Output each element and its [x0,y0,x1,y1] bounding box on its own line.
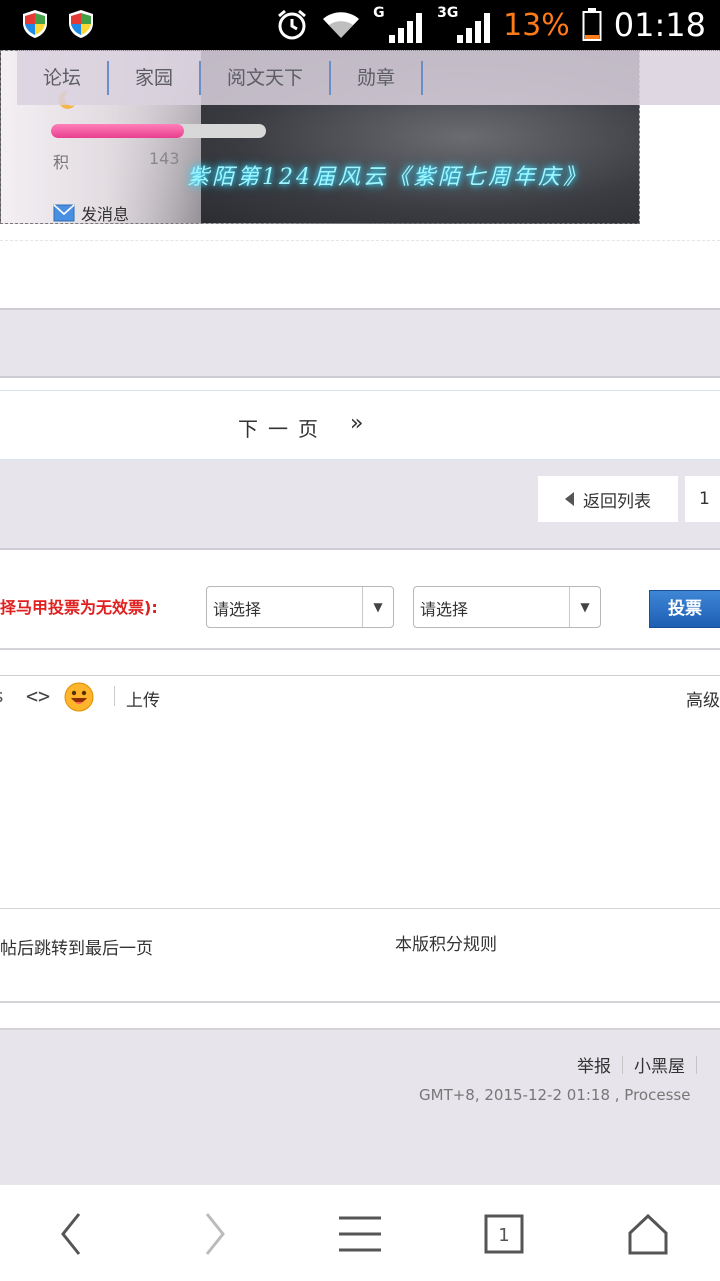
banner-title: 紫陌第124届风云《紫陌七周年庆》 [187,165,588,190]
forward-button[interactable] [190,1209,240,1259]
signal-icon: G [373,5,425,45]
nav-item-medals[interactable]: 勋章 [331,61,424,95]
tabs-button[interactable]: 1 [479,1209,529,1259]
network-g-label: G [373,5,385,21]
code-button[interactable]: <> [26,684,50,708]
jump-to-last-page-option[interactable]: 帖后跳转到最后一页 [0,934,153,959]
vote-select-2[interactable]: 请选择 ▼ [413,586,601,628]
nav-item-home[interactable]: 家园 [109,61,202,95]
credit-rules-link[interactable]: 本版积分规则 [395,930,497,955]
vote-button[interactable]: 投票 [649,590,720,628]
wifi-icon [323,12,360,38]
divider [0,908,720,909]
triangle-left-icon [565,492,574,506]
credit-progress-fill [51,124,185,138]
clock: 01:18 [613,6,706,44]
signal-icon: 3G [437,5,491,45]
smiley-icon[interactable] [64,682,94,712]
score-value: 143 [149,149,180,168]
next-arrow-icon: » [350,411,364,436]
vote-note: 择马甲投票为无效票): [0,598,158,617]
shield-icon [69,10,93,38]
battery-percent: 13% [503,7,570,43]
vote-select-1[interactable]: 请选择 ▼ [206,586,394,628]
footer-separator [622,1055,623,1074]
menu-icon [339,1216,381,1252]
upload-button[interactable]: 上传 [126,686,160,711]
back-button[interactable] [46,1209,96,1259]
divider [0,648,720,650]
page-number-input[interactable]: 1 [685,476,720,522]
next-page-bar[interactable]: 下一页 » [0,390,720,460]
server-time-info: GMT+8, 2015-12-2 01:18 , Processe [419,1086,691,1104]
footer-separator [696,1055,697,1074]
next-page-link[interactable]: 下一页 [238,413,328,442]
back-to-list-label: 返回列表 [583,491,651,512]
score-label: 积 [53,153,70,172]
post-footer-band [0,308,720,378]
divider [0,1001,720,1003]
page-footer: 举报 小黑屋 GMT+8, 2015-12-2 01:18 , Processe [0,1028,720,1186]
credit-progress-bar [51,124,266,138]
report-link[interactable]: 举报 [577,1052,611,1077]
blacklist-link[interactable]: 小黑屋 [634,1052,685,1077]
divider [0,240,720,241]
reply-textarea[interactable] [0,718,720,908]
toolbar-separator [114,686,115,706]
status-bar: G 3G 13% 01:18 [0,0,720,50]
home-icon [628,1213,668,1255]
tab-count: 1 [498,1225,509,1246]
home-button[interactable] [623,1209,673,1259]
advanced-mode-link[interactable]: 高级 [686,686,720,711]
battery-icon [582,8,602,41]
nav-item-forum[interactable]: 论坛 [17,61,110,95]
tabs-icon: 1 [484,1214,524,1254]
alarm-icon [278,9,307,40]
send-message-label: 发消息 [81,205,130,224]
editor-toolbar: s <> 上传 高级 [0,675,720,719]
vote-select-2-value: 请选择 [420,600,469,619]
browser-toolbar: 1 [0,1184,720,1281]
chevron-left-icon [61,1213,81,1255]
vote-select-1-value: 请选择 [213,600,262,619]
chevron-right-icon [205,1213,225,1255]
menu-button[interactable] [335,1209,385,1259]
back-to-list-button[interactable]: 返回列表 [538,476,678,522]
network-3g-label: 3G [437,5,459,21]
send-message-link[interactable]: 发消息 [53,201,130,224]
toolbar-partial-button[interactable]: s [0,686,3,707]
forum-nav: 论坛 家园 阅文天下 勋章 [17,50,720,105]
mail-icon [53,204,75,222]
dropdown-arrow-icon: ▼ [569,587,600,627]
dropdown-arrow-icon: ▼ [362,587,393,627]
shield-icon [23,10,47,38]
nav-item-reading[interactable]: 阅文天下 [201,61,332,95]
